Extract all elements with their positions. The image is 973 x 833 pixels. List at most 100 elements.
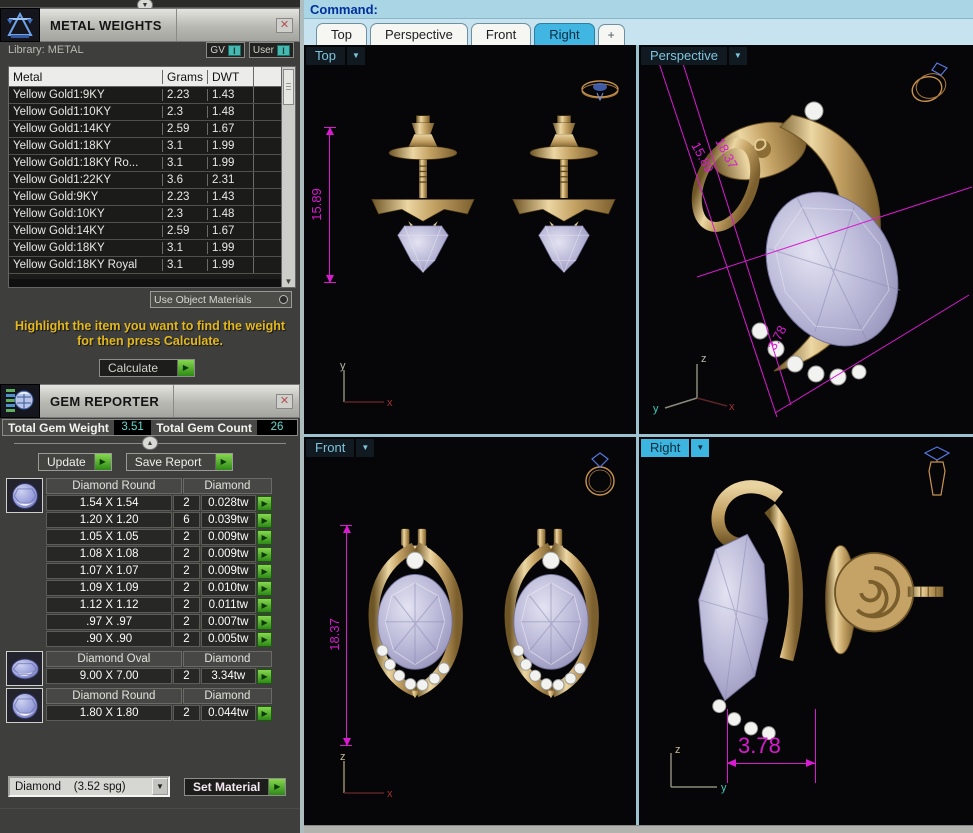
gem-type-header: Diamond Oval xyxy=(46,651,182,667)
gem-row[interactable]: .90 X .90 2 0.005tw ▶ xyxy=(46,631,272,647)
select-gem-button[interactable]: ▶ xyxy=(257,580,272,596)
svg-text:z: z xyxy=(340,751,346,763)
ring-view-icon xyxy=(581,80,619,102)
svg-text:3.78: 3.78 xyxy=(764,323,789,352)
gem-row[interactable]: 1.05 X 1.05 2 0.009tw ▶ xyxy=(46,529,272,545)
tab-right[interactable]: Right xyxy=(534,23,595,45)
gem-totals: Total Gem Weight 3.51 Total Gem Count 26 xyxy=(2,419,298,436)
svg-text:z: z xyxy=(701,353,707,365)
user-toggle-button[interactable]: User I xyxy=(248,42,294,58)
gem-type-header: Diamond Round xyxy=(46,688,182,704)
viewport-perspective-label[interactable]: Perspective ▼ xyxy=(641,47,747,65)
chevron-down-icon[interactable]: ▼ xyxy=(691,438,710,457)
metal-table: Metal Grams DWT Yellow Gold1:9KY 2.23 1.43… xyxy=(8,66,296,288)
chevron-down-icon[interactable]: ▼ xyxy=(346,47,365,65)
select-gem-button[interactable]: ▶ xyxy=(257,614,272,630)
table-row[interactable]: Yellow Gold:10KY 2.3 1.48 xyxy=(9,206,281,223)
close-icon[interactable]: ✕ xyxy=(276,393,293,409)
metal-weights-header: METAL WEIGHTS ✕ xyxy=(0,8,300,42)
total-gem-count-value: 26 xyxy=(257,420,297,435)
viewport-top[interactable]: Top ▼ 15.89 y x xyxy=(304,45,636,434)
gem-row[interactable]: .97 X .97 2 0.007tw ▶ xyxy=(46,614,272,630)
gem-row[interactable]: 1.09 X 1.09 2 0.010tw ▶ xyxy=(46,580,272,596)
play-icon: ▶ xyxy=(93,454,111,470)
table-row[interactable]: Yellow Gold1:9KY 2.23 1.43 xyxy=(9,87,281,104)
table-row[interactable]: Yellow Gold1:14KY 2.59 1.67 xyxy=(9,121,281,138)
viewport-right-label[interactable]: Right ▼ xyxy=(641,438,710,457)
close-icon[interactable]: ✕ xyxy=(276,17,293,33)
select-gem-button[interactable]: ▶ xyxy=(257,668,272,684)
earring-render xyxy=(500,113,628,299)
select-gem-button[interactable]: ▶ xyxy=(257,705,272,721)
command-input[interactable] xyxy=(378,0,973,18)
tab-front[interactable]: Front xyxy=(470,23,532,45)
table-row[interactable]: Yellow Gold1:18KY Ro... 3.1 1.99 xyxy=(9,155,281,172)
column-grams: Grams xyxy=(162,69,207,84)
left-panel: ▼ METAL WEIGHTS ✕ Library: METAL GV I Us… xyxy=(0,0,300,833)
status-strip xyxy=(304,825,973,833)
total-gem-count-label: Total Gem Count xyxy=(156,420,252,435)
table-row[interactable]: Yellow Gold1:18KY 3.1 1.99 xyxy=(9,138,281,155)
round-gem-icon xyxy=(6,478,43,513)
viewport-right[interactable]: Right ▼ 3.78 z y xyxy=(639,436,973,825)
earring-render xyxy=(490,527,612,699)
axis-indicator: y x xyxy=(340,360,393,409)
user-toggle-indicator: I xyxy=(277,44,290,56)
gem-row[interactable]: 1.07 X 1.07 2 0.009tw ▶ xyxy=(46,563,272,579)
axis-indicator: z x xyxy=(340,751,393,800)
gem-reporter-title: GEM REPORTER xyxy=(50,393,160,409)
gem-material-header: Diamond xyxy=(182,478,272,494)
tab-top[interactable]: Top xyxy=(316,23,367,45)
ring-view-icon xyxy=(911,62,948,103)
table-row[interactable]: Yellow Gold1:22KY 3.6 2.31 xyxy=(9,172,281,189)
chevron-down-icon[interactable]: ▼ xyxy=(152,778,168,795)
gem-reporter-icon xyxy=(0,384,40,418)
viewport-front[interactable]: Front ▼ 18.37 z x xyxy=(304,436,636,825)
svg-text:x: x xyxy=(387,788,393,800)
table-row[interactable]: Yellow Gold:18KY Royal 3.1 1.99 xyxy=(9,257,281,274)
table-row[interactable]: Yellow Gold:18KY 3.1 1.99 xyxy=(9,240,281,257)
gem-row[interactable]: 1.20 X 1.20 6 0.039tw ▶ xyxy=(46,512,272,528)
command-bar: Command: xyxy=(304,0,973,19)
oval-gem-icon xyxy=(6,651,43,686)
chevron-down-icon[interactable]: ▼ xyxy=(356,438,375,457)
gem-row[interactable]: 1.08 X 1.08 2 0.009tw ▶ xyxy=(46,546,272,562)
scrollbar-thumb[interactable] xyxy=(283,69,294,105)
table-row[interactable]: Yellow Gold:14KY 2.59 1.67 xyxy=(9,223,281,240)
viewport-perspective[interactable]: Perspective ▼ 15.89 18.37 3.78 z y x xyxy=(639,45,973,434)
tab-perspective[interactable]: Perspective xyxy=(369,23,468,45)
table-row[interactable]: Yellow Gold1:10KY 2.3 1.48 xyxy=(9,104,281,121)
instruction-text: Highlight the item you want to find the … xyxy=(14,319,286,348)
material-select[interactable]: Diamond (3.52 spg) ▼ xyxy=(8,776,170,797)
select-gem-button[interactable]: ▶ xyxy=(257,546,272,562)
viewport-top-label[interactable]: Top ▼ xyxy=(306,47,365,65)
chevron-down-icon[interactable]: ▼ xyxy=(728,47,747,65)
select-gem-button[interactable]: ▶ xyxy=(257,631,272,647)
use-object-materials-dropdown[interactable]: Use Object Materials xyxy=(150,291,292,308)
tab-add[interactable]: + xyxy=(597,24,625,45)
select-gem-button[interactable]: ▶ xyxy=(257,563,272,579)
app-window: ▼ METAL WEIGHTS ✕ Library: METAL GV I Us… xyxy=(0,0,973,833)
gem-row[interactable]: 1.54 X 1.54 2 0.028tw ▶ xyxy=(46,495,272,511)
scrollbar-down-arrow[interactable]: ▼ xyxy=(282,277,295,286)
viewport-front-label[interactable]: Front ▼ xyxy=(306,438,375,457)
section-collapse-button[interactable]: ▲ xyxy=(142,436,158,450)
calculate-button[interactable]: Calculate ▶ xyxy=(99,359,195,377)
play-icon: ▶ xyxy=(177,360,194,376)
gem-row[interactable]: 1.12 X 1.12 2 0.011tw ▶ xyxy=(46,597,272,613)
select-gem-button[interactable]: ▶ xyxy=(257,529,272,545)
metal-table-scrollbar[interactable]: ▼ xyxy=(281,67,295,287)
round-gem-icon xyxy=(6,688,43,723)
update-button[interactable]: Update ▶ xyxy=(38,453,112,471)
select-gem-button[interactable]: ▶ xyxy=(257,597,272,613)
table-row[interactable]: Yellow Gold:9KY 2.23 1.43 xyxy=(9,189,281,206)
scale-icon xyxy=(0,8,40,42)
select-gem-button[interactable]: ▶ xyxy=(257,495,272,511)
gem-row[interactable]: 1.80 X 1.80 2 0.044tw ▶ xyxy=(46,705,272,721)
gem-row[interactable]: 9.00 X 7.00 2 3.34tw ▶ xyxy=(46,668,272,684)
set-material-button[interactable]: Set Material ▶ xyxy=(184,777,287,796)
select-gem-button[interactable]: ▶ xyxy=(257,512,272,528)
gv-toggle-button[interactable]: GV I xyxy=(206,42,245,58)
save-report-button[interactable]: Save Report ▶ xyxy=(125,453,233,471)
axis-indicator: z y x xyxy=(653,353,735,415)
